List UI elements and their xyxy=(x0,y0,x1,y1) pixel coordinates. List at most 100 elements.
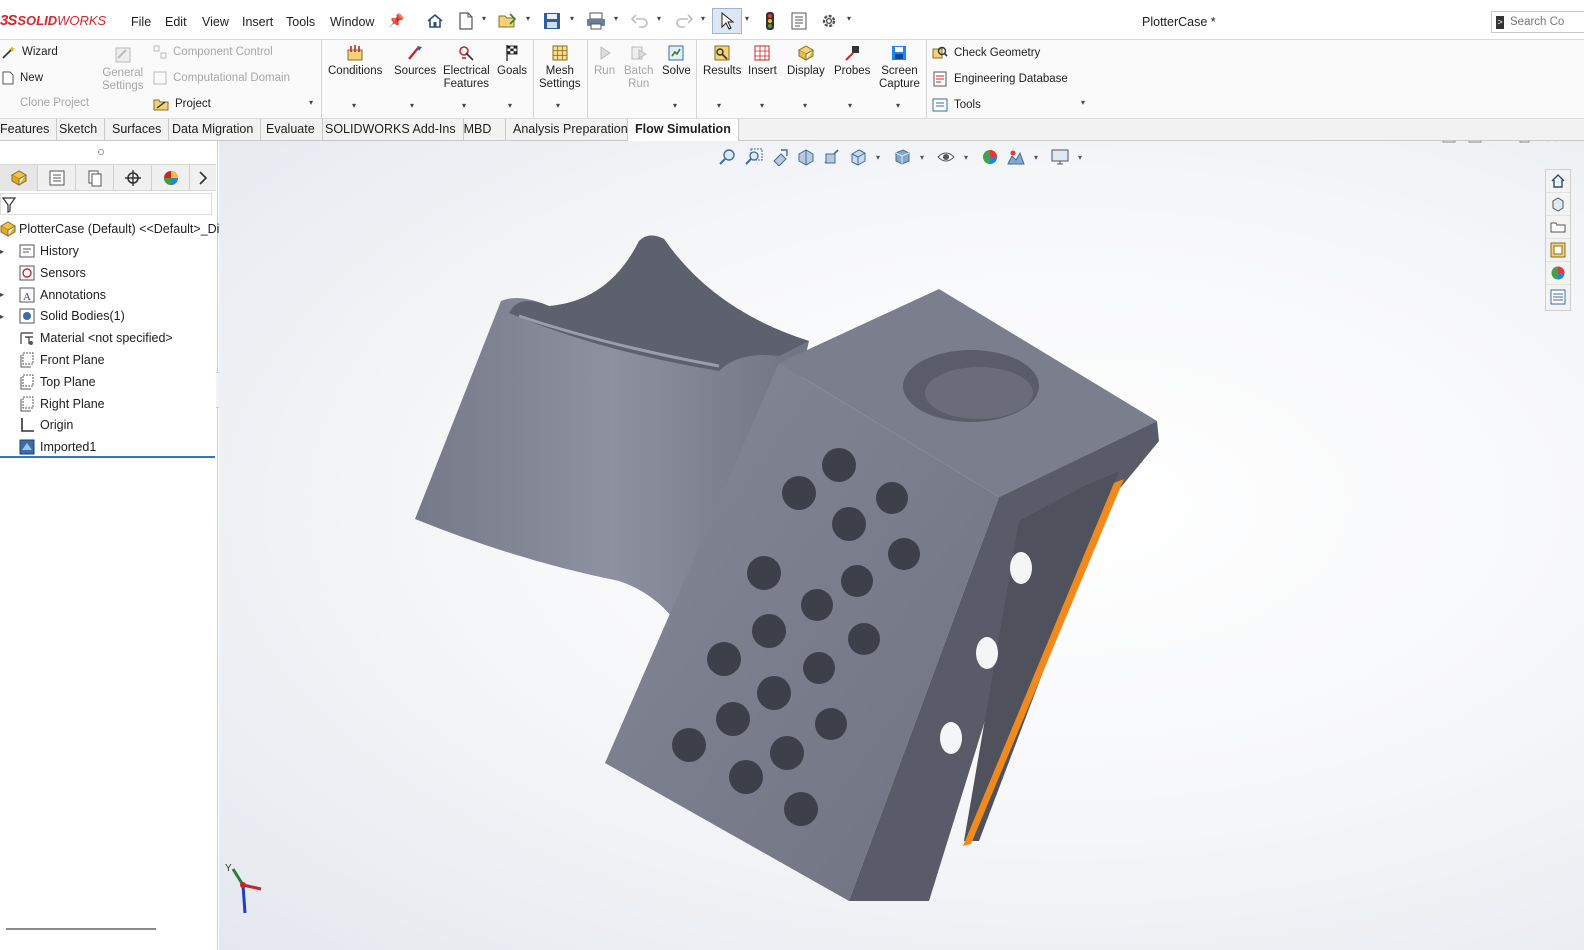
tree-item-material-not-specified[interactable]: Material <not specified> xyxy=(0,327,173,349)
tab-surfaces[interactable]: Surfaces xyxy=(105,119,170,141)
batch-run-button[interactable]: Batch Run xyxy=(624,44,653,91)
menu-file[interactable]: File xyxy=(131,15,151,29)
tab-data-migration[interactable]: Data Migration xyxy=(165,119,262,141)
menu-insert[interactable]: Insert xyxy=(242,15,273,29)
electrical-features-button[interactable]: Electrical Features xyxy=(443,44,490,91)
panel-grip-icon[interactable] xyxy=(98,149,104,155)
home-icon[interactable] xyxy=(424,10,446,32)
tree-item-solid-bodies-1[interactable]: ▸ Solid Bodies(1) xyxy=(0,305,125,327)
tab-evaluate[interactable]: Evaluate xyxy=(259,119,323,141)
probes-button[interactable]: Probes xyxy=(834,44,870,78)
file-properties-icon[interactable] xyxy=(788,10,810,32)
screen-capture-button[interactable]: Screen Capture xyxy=(879,44,920,91)
tab-mbd[interactable]: MBD xyxy=(450,119,506,141)
tree-root-part[interactable]: PlotterCase (Default) <<Default>_Disp xyxy=(0,218,233,240)
computational-domain-button[interactable]: Computational Domain xyxy=(153,71,290,85)
tree-item-sensors[interactable]: Sensors xyxy=(0,262,86,284)
insert-button[interactable]: Insert xyxy=(748,44,777,78)
display-dropdown-icon[interactable]: ▾ xyxy=(803,101,807,110)
results-dropdown-icon[interactable]: ▾ xyxy=(717,101,721,110)
options-icon[interactable] xyxy=(818,10,840,32)
new-document-icon[interactable] xyxy=(455,10,477,32)
pin-icon[interactable]: 📌 xyxy=(388,13,404,29)
display-button[interactable]: Display xyxy=(787,44,825,78)
graphics-area[interactable]: ▾ ▾ ▾ ▾ ▾ Y xyxy=(219,141,1584,950)
redo-icon[interactable] xyxy=(673,10,695,32)
tree-filter-field[interactable] xyxy=(0,193,212,215)
insert-dropdown-icon[interactable]: ▾ xyxy=(760,101,764,110)
electrical-features-dropdown-icon[interactable]: ▾ xyxy=(462,101,466,110)
displaymanager-tab[interactable] xyxy=(152,165,190,191)
menu-window[interactable]: Window xyxy=(330,15,374,29)
open-icon[interactable] xyxy=(497,10,519,32)
print-dropdown-icon[interactable]: ▾ xyxy=(614,14,618,23)
select-icon[interactable] xyxy=(712,8,742,34)
wizard-button[interactable]: Wizard xyxy=(2,45,58,59)
flow-tools-button[interactable]: Tools xyxy=(932,97,981,113)
tab-solidworks-add-ins[interactable]: SOLIDWORKS Add-Ins xyxy=(318,119,464,141)
mesh-settings-dropdown-icon[interactable]: ▾ xyxy=(556,101,560,110)
expand-arrow-icon[interactable]: ▸ xyxy=(0,247,8,256)
tree-item-right-plane[interactable]: Right Plane xyxy=(0,393,105,415)
project-dropdown-icon[interactable]: ▾ xyxy=(309,98,313,107)
results-button[interactable]: Results xyxy=(703,44,741,78)
conditions-dropdown-icon[interactable]: ▾ xyxy=(352,101,356,110)
tab-sketch[interactable]: Sketch xyxy=(52,119,106,141)
tree-item-top-plane[interactable]: Top Plane xyxy=(0,371,96,393)
horizontal-scrollbar[interactable] xyxy=(6,928,156,930)
tab-analysis-preparation[interactable]: Analysis Preparation xyxy=(506,119,636,141)
undo-dropdown-icon[interactable]: ▾ xyxy=(657,14,661,23)
new-project-button[interactable]: New xyxy=(2,71,43,85)
menu-edit[interactable]: Edit xyxy=(165,15,187,29)
component-control-button[interactable]: Component Control xyxy=(153,45,273,59)
options-dropdown-icon[interactable]: ▾ xyxy=(847,14,851,23)
tree-item-history[interactable]: ▸ History xyxy=(0,240,79,262)
save-dropdown-icon[interactable]: ▾ xyxy=(570,14,574,23)
configurationmanager-tab[interactable] xyxy=(76,165,114,191)
dimxpertmanager-tab[interactable] xyxy=(114,165,152,191)
rebuild-icon[interactable] xyxy=(759,10,781,32)
expand-arrow-icon[interactable]: ▸ xyxy=(0,290,8,299)
clone-project-button[interactable]: Clone Project xyxy=(20,97,89,109)
general-settings-button[interactable]: General Settings xyxy=(102,46,144,93)
search-input[interactable] xyxy=(1510,16,1584,28)
featuremanager-tab[interactable] xyxy=(0,165,38,191)
project-button[interactable]: Project xyxy=(153,97,211,111)
more-tabs-chevron-icon[interactable] xyxy=(190,165,216,191)
tab-flow-simulation[interactable]: Flow Simulation xyxy=(627,119,739,142)
print-icon[interactable] xyxy=(585,10,607,32)
solve-dropdown-icon[interactable]: ▾ xyxy=(673,101,677,110)
search-box[interactable]: > xyxy=(1491,11,1584,33)
sources-dropdown-icon[interactable]: ▾ xyxy=(410,101,414,110)
solidworks-logo[interactable]: 3S SOLID WORKS xyxy=(0,11,106,29)
new-dropdown-icon[interactable]: ▾ xyxy=(482,14,486,23)
screen-capture-dropdown-icon[interactable]: ▾ xyxy=(896,101,900,110)
tools-dropdown-icon[interactable]: ▾ xyxy=(1081,98,1085,107)
check-geometry-button[interactable]: Check Geometry xyxy=(932,45,1040,61)
expand-arrow-icon[interactable]: ▸ xyxy=(0,312,8,321)
tree-item-annotations[interactable]: ▸ A Annotations xyxy=(0,284,106,306)
select-dropdown-icon[interactable]: ▾ xyxy=(745,14,749,23)
menu-tools[interactable]: Tools xyxy=(286,15,315,29)
probes-dropdown-icon[interactable]: ▾ xyxy=(848,101,852,110)
tree-item-origin[interactable]: Origin xyxy=(0,414,73,436)
goals-dropdown-icon[interactable]: ▾ xyxy=(508,101,512,110)
mesh-settings-button[interactable]: Mesh Settings xyxy=(539,44,581,91)
redo-dropdown-icon[interactable]: ▾ xyxy=(701,14,705,23)
tab-features[interactable]: Features xyxy=(0,119,58,141)
solve-button[interactable]: Solve xyxy=(662,44,691,78)
rollback-bar[interactable] xyxy=(0,456,215,458)
menu-view[interactable]: View xyxy=(202,15,229,29)
plotter-case-model[interactable] xyxy=(219,141,1584,950)
tree-item-imported1[interactable]: Imported1 xyxy=(0,436,96,458)
engineering-database-button[interactable]: Engineering Database xyxy=(932,71,1068,87)
goals-button[interactable]: Goals xyxy=(497,44,527,78)
conditions-button[interactable]: Conditions xyxy=(328,44,382,78)
undo-icon[interactable] xyxy=(629,10,651,32)
propertymanager-tab[interactable] xyxy=(38,165,76,191)
sources-button[interactable]: Sources xyxy=(394,44,436,78)
open-dropdown-icon[interactable]: ▾ xyxy=(526,14,530,23)
tree-item-front-plane[interactable]: Front Plane xyxy=(0,349,105,371)
save-icon[interactable] xyxy=(541,10,563,32)
run-button[interactable]: Run xyxy=(594,44,615,78)
